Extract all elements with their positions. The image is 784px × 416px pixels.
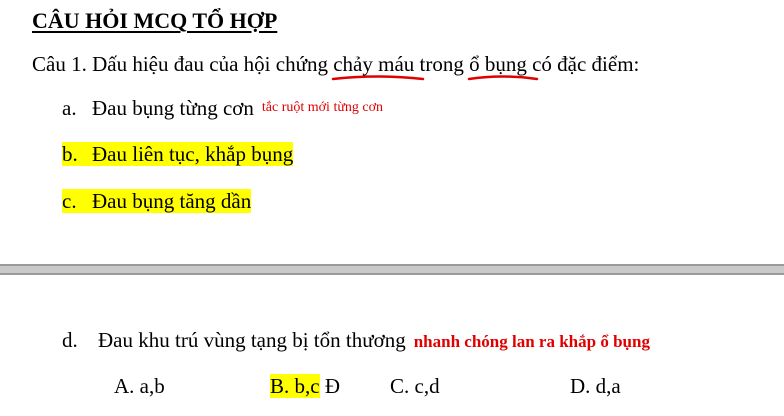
- page-title: CÂU HỎI MCQ TỔ HỢP: [32, 8, 278, 33]
- question-suffix: có đặc điểm:: [526, 52, 640, 76]
- annotation-note: nhanh chóng lan ra khắp ổ bụng: [413, 332, 650, 351]
- highlighted-option: c. Đau bụng tăng dần: [62, 189, 252, 213]
- correct-mark: Đ: [324, 374, 340, 398]
- answer-d: D. d,a: [570, 374, 621, 398]
- question-middle: trong: [414, 52, 470, 76]
- option-text: Đau bụng tăng dần: [92, 189, 252, 213]
- option-letter: d.: [62, 328, 78, 352]
- answer-b: B. b,c Đ: [270, 374, 340, 399]
- option-a: a. Đau bụng từng cơn tắc ruột mới từng cơn: [62, 96, 383, 121]
- red-underline-mark: [331, 75, 425, 81]
- option-text: Đau khu trú vùng tạng bị tổn thương: [98, 328, 406, 352]
- option-d: d. Đau khu trú vùng tạng bị tổn thương nha…: [62, 328, 650, 353]
- option-text: Đau bụng từng cơn: [92, 96, 254, 120]
- option-c: c. Đau bụng tăng dần: [62, 189, 252, 214]
- option-letter: b.: [62, 142, 78, 166]
- handwritten-note: tắc ruột mới từng cơn: [261, 100, 384, 115]
- term-underlined-abdomen: ổ bụng: [467, 52, 539, 81]
- term-underlined-bleeding: chảy máu: [331, 52, 425, 81]
- highlighted-option: b. Đau liên tục, khắp bụng: [62, 142, 294, 166]
- page-break-divider-bottom: [0, 273, 784, 275]
- option-letter: c.: [62, 189, 77, 213]
- option-b: b. Đau liên tục, khắp bụng: [62, 142, 294, 167]
- question-prefix: Câu 1. Dấu hiệu đau của hội chứng: [32, 52, 334, 76]
- question-stem: Câu 1. Dấu hiệu đau của hội chứng chảy m…: [32, 52, 640, 81]
- option-text: Đau liên tục, khắp bụng: [92, 142, 294, 166]
- page-break-band: [0, 266, 784, 273]
- answer-a: A. a,b: [114, 374, 165, 398]
- highlighted-answer: B. b,c: [270, 374, 320, 398]
- answer-c: C. c,d: [390, 374, 440, 398]
- option-letter: a.: [62, 96, 77, 120]
- red-underline-mark: [467, 75, 539, 81]
